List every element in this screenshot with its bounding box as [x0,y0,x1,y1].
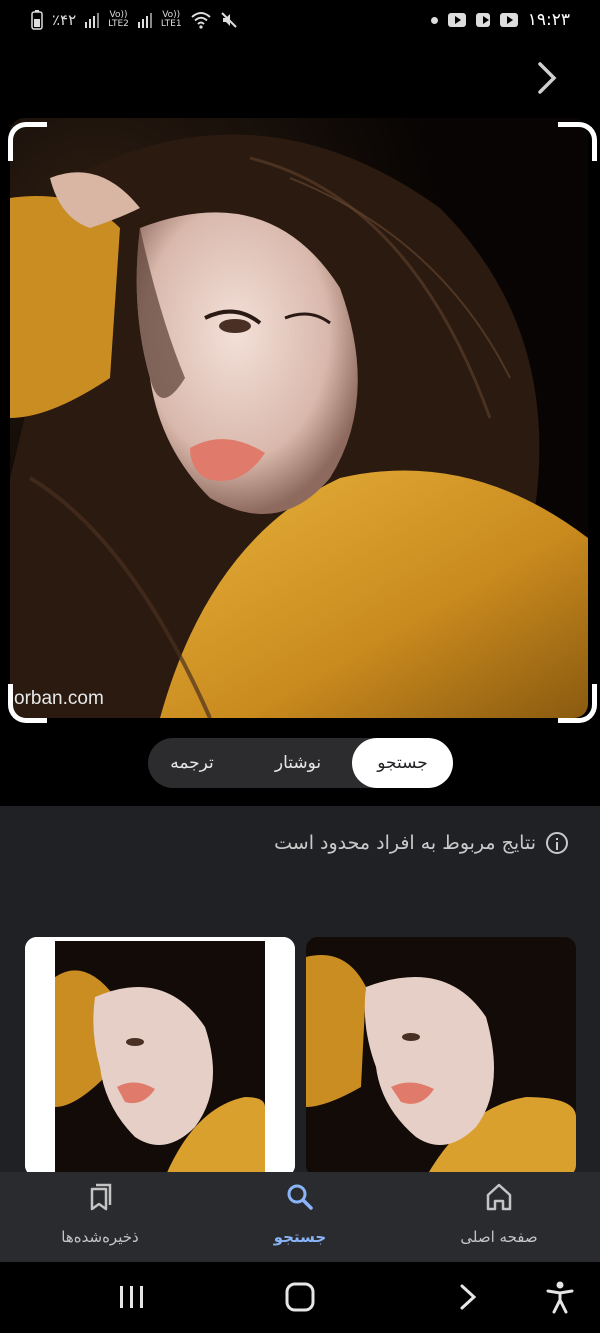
notice-text: نتایج مربوط به افراد محدود است [274,832,536,854]
camera-app-icon [475,13,490,27]
notification-dot-icon [430,16,438,24]
status-bar-right-cluster: ۱۹:۲۳ [430,8,570,32]
saved-collections-icon [90,1183,112,1211]
wifi-icon [190,12,211,29]
back-chevron-icon[interactable] [454,1282,482,1312]
nav-saved[interactable]: ذخیره‌شده‌ها [15,1180,185,1246]
chevron-right-icon[interactable] [532,60,562,96]
clock: ۱۹:۲۳ [527,10,570,30]
result-card-thumbnail[interactable] [25,937,295,1177]
nav-home-label: صفحه اصلی [460,1228,538,1246]
battery-icon [31,10,43,30]
search-image[interactable] [10,118,588,718]
nav-search-label: جستجو [273,1228,327,1246]
mute-icon [220,12,237,28]
nav-home[interactable]: صفحه اصلی [414,1180,584,1246]
status-bar: ۱۹:۲۳ ٪۴۲ Vo)) LTE2 Vo)) LTE1 [0,0,600,40]
youtube-icon [447,13,466,27]
recent-apps-icon[interactable] [116,1283,148,1311]
image-watermark: orban.com [14,688,104,709]
accessibility-icon[interactable] [544,1280,576,1314]
home-icon [486,1183,512,1211]
crop-corner-top-left[interactable] [8,122,47,161]
info-icon[interactable] [546,832,568,854]
tab-translate[interactable]: ترجمه [148,738,236,788]
signal-icon [85,13,100,28]
crop-corner-top-right[interactable] [558,122,597,161]
nav-saved-label: ذخیره‌شده‌ها [61,1228,139,1246]
youtube-icon [499,13,518,27]
tab-search[interactable]: جستجو [352,738,453,788]
sim2-label: Vo)) LTE2 [108,10,129,29]
crop-corner-bottom-right[interactable] [558,684,597,723]
battery-percent: ٪۴۲ [52,11,77,29]
sim1-label: Vo)) LTE1 [160,10,182,29]
search-icon [287,1184,313,1210]
result-card-thumbnail[interactable] [306,937,576,1177]
results-notice: نتایج مربوط به افراد محدود است [274,832,568,854]
home-button-icon[interactable] [284,1282,316,1312]
nav-search[interactable]: جستجو [215,1180,385,1246]
status-bar-left-cluster: ٪۴۲ Vo)) LTE2 Vo)) LTE1 [30,8,238,32]
signal-icon [137,13,152,28]
tab-text[interactable]: نوشتار [248,738,348,788]
mode-tabs: جستجو نوشتار ترجمه [148,738,453,788]
